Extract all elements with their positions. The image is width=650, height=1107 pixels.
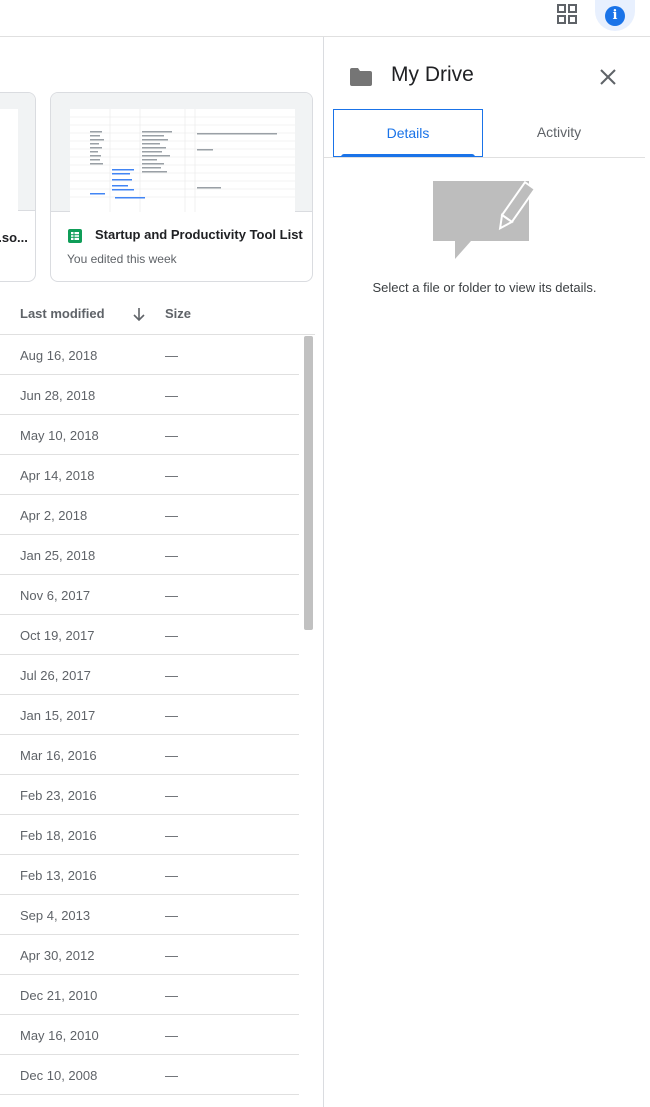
file-rows: Aug 16, 2018 — Jun 28, 2018 — May 10, 2018… <box>0 335 299 1095</box>
row-date: Feb 18, 2016 <box>20 828 97 843</box>
table-row[interactable]: Aug 16, 2018 — <box>0 335 299 375</box>
row-date: Jan 25, 2018 <box>20 548 96 563</box>
card-thumbnail <box>51 93 312 212</box>
row-date: Apr 14, 2018 <box>20 468 95 483</box>
row-date: Feb 13, 2016 <box>20 868 97 883</box>
empty-state-message: Select a file or folder to view its deta… <box>372 280 597 295</box>
column-header-size[interactable]: Size <box>165 306 191 321</box>
table-row[interactable]: May 16, 2010 — <box>0 1015 299 1055</box>
row-size: — <box>165 908 178 923</box>
table-row[interactable]: Feb 23, 2016 — <box>0 775 299 815</box>
row-size: — <box>165 948 178 963</box>
table-row[interactable]: Dec 10, 2008 — <box>0 1055 299 1095</box>
card-thumbnail <box>0 93 35 211</box>
table-row[interactable]: Jan 15, 2017 — <box>0 695 299 735</box>
apps-grid-icon[interactable] <box>555 2 579 26</box>
table-row[interactable]: Nov 6, 2017 — <box>0 575 299 615</box>
quick-access-card-partial[interactable]: ...so... <box>0 92 36 282</box>
active-tab-indicator <box>341 154 475 157</box>
row-size: — <box>165 1028 178 1043</box>
panel-title: My Drive <box>391 63 474 86</box>
card-title: Startup and Productivity Tool List <box>95 227 303 242</box>
row-size: — <box>165 428 178 443</box>
details-panel: My Drive Details Activity Select a file … <box>323 37 650 1107</box>
row-size: — <box>165 348 178 363</box>
row-size: — <box>165 468 178 483</box>
column-header-last-modified[interactable]: Last modified <box>20 306 105 321</box>
row-date: Jul 26, 2017 <box>20 668 91 683</box>
row-date: Dec 21, 2010 <box>20 988 98 1003</box>
table-row[interactable]: Dec 21, 2010 — <box>0 975 299 1015</box>
row-date: Mar 16, 2016 <box>20 748 97 763</box>
row-date: Sep 4, 2013 <box>20 908 91 923</box>
tab-activity[interactable]: Activity <box>484 109 634 157</box>
close-icon[interactable] <box>598 67 618 87</box>
row-size: — <box>165 828 178 843</box>
row-size: — <box>165 628 178 643</box>
table-row[interactable]: Apr 30, 2012 — <box>0 935 299 975</box>
info-icon: i <box>605 5 625 26</box>
row-date: Feb 23, 2016 <box>20 788 97 803</box>
table-row[interactable]: Feb 18, 2016 — <box>0 815 299 855</box>
sheets-icon <box>67 228 83 244</box>
quick-access-card[interactable]: Startup and Productivity Tool List You e… <box>50 92 313 282</box>
row-date: Nov 6, 2017 <box>20 588 91 603</box>
row-date: Aug 16, 2018 <box>20 348 98 363</box>
row-size: — <box>165 1068 178 1083</box>
row-date: Jan 15, 2017 <box>20 708 96 723</box>
card-title: ...so... <box>0 230 28 245</box>
row-size: — <box>165 588 178 603</box>
row-size: — <box>165 548 178 563</box>
row-size: — <box>165 748 178 763</box>
table-row[interactable]: May 10, 2018 — <box>0 415 299 455</box>
row-date: May 10, 2018 <box>20 428 99 443</box>
list-header: Last modified Size <box>0 295 315 335</box>
row-date: Apr 30, 2012 <box>20 948 95 963</box>
top-bar: i <box>0 0 650 37</box>
row-size: — <box>165 868 178 883</box>
vertical-scrollbar[interactable] <box>304 336 313 630</box>
row-date: Jun 28, 2018 <box>20 388 96 403</box>
row-size: — <box>165 668 178 683</box>
table-row[interactable]: Sep 4, 2013 — <box>0 895 299 935</box>
row-date: Oct 19, 2017 <box>20 628 95 643</box>
row-size: — <box>165 508 178 523</box>
table-row[interactable]: Jun 28, 2018 — <box>0 375 299 415</box>
row-size: — <box>165 388 178 403</box>
panel-tabs: Details Activity <box>324 109 645 158</box>
file-list-area: ...so... <box>0 37 323 1107</box>
table-row[interactable]: Jul 26, 2017 — <box>0 655 299 695</box>
row-size: — <box>165 788 178 803</box>
table-row[interactable]: Feb 13, 2016 — <box>0 855 299 895</box>
card-subtitle: You edited this week <box>67 252 177 266</box>
row-date: Apr 2, 2018 <box>20 508 88 523</box>
tab-activity-label: Activity <box>536 124 582 140</box>
table-row[interactable]: Apr 2, 2018 — <box>0 495 299 535</box>
tab-details-label: Details <box>386 125 430 141</box>
row-size: — <box>165 988 178 1003</box>
row-date: May 16, 2010 <box>20 1028 99 1043</box>
arrow-down-icon[interactable] <box>130 305 148 323</box>
spreadsheet-preview <box>70 109 295 212</box>
table-row[interactable]: Oct 19, 2017 — <box>0 615 299 655</box>
details-toggle-button[interactable]: i <box>595 0 635 31</box>
row-date: Dec 10, 2008 <box>20 1068 98 1083</box>
row-size: — <box>165 708 178 723</box>
comment-pencil-icon <box>429 177 539 267</box>
tab-details[interactable]: Details <box>333 109 483 157</box>
table-row[interactable]: Mar 16, 2016 — <box>0 735 299 775</box>
folder-icon <box>349 67 373 87</box>
table-row[interactable]: Jan 25, 2018 — <box>0 535 299 575</box>
table-row[interactable]: Apr 14, 2018 — <box>0 455 299 495</box>
